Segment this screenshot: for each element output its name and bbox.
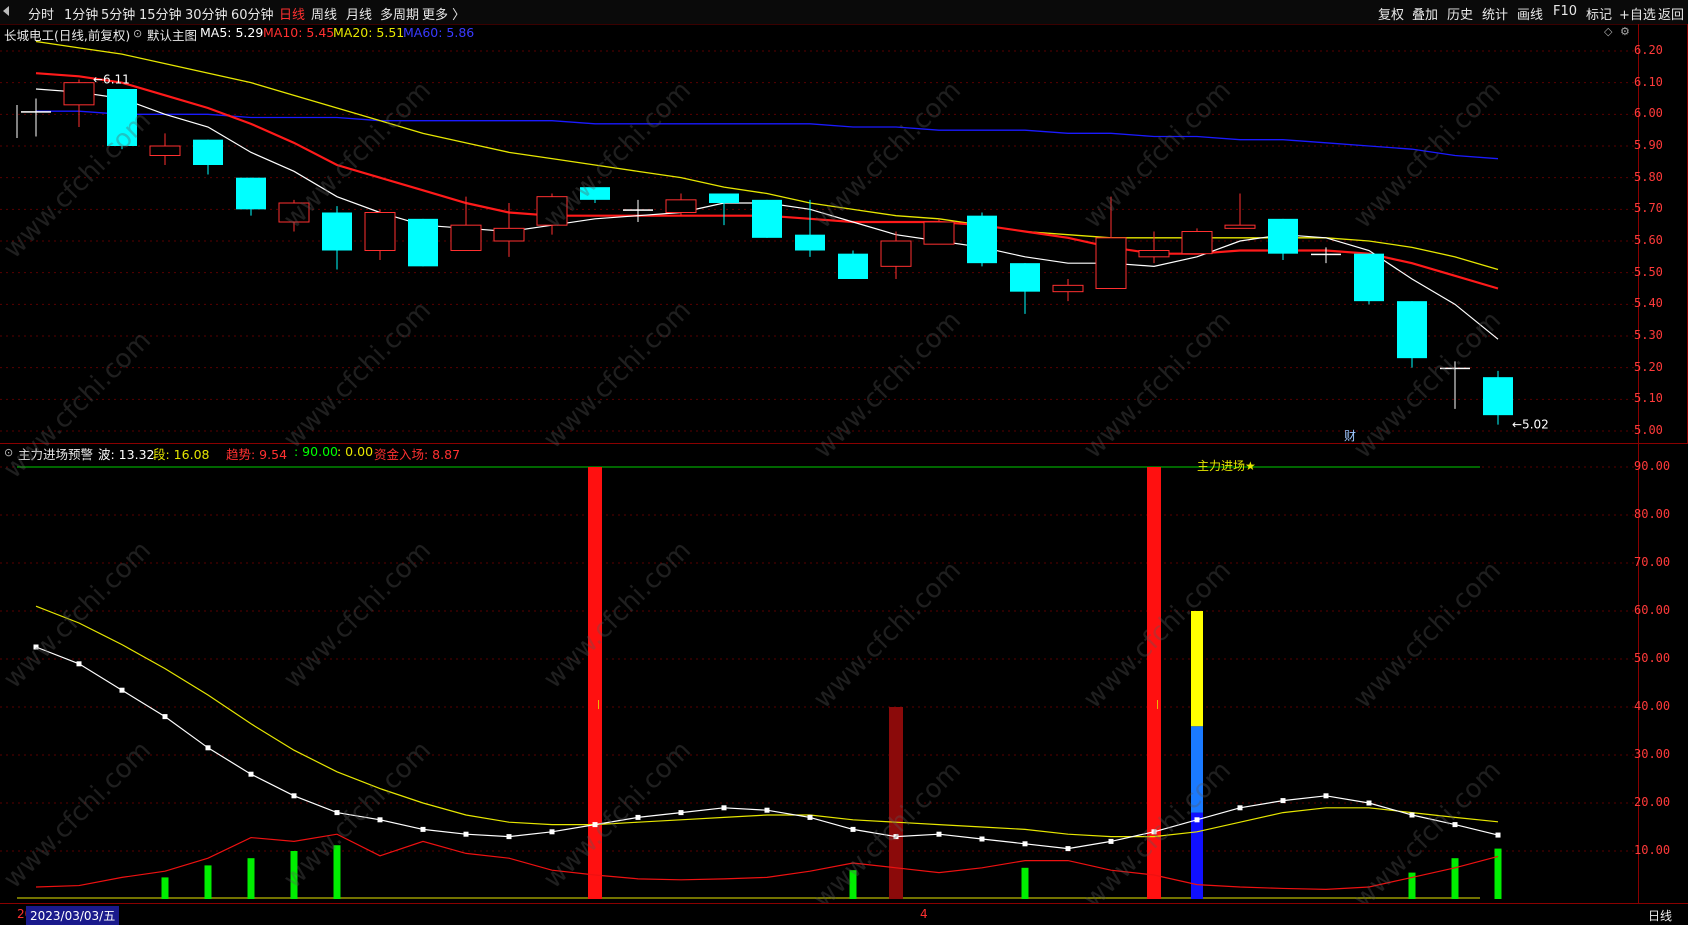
wave-point: [592, 822, 598, 828]
candle-body: [709, 193, 739, 203]
wave-point: [205, 745, 211, 751]
wave-point: [764, 807, 770, 813]
fund-green-bar: [247, 858, 255, 899]
fund-line: [35, 833, 1499, 891]
fund-green-bar: [1021, 867, 1029, 899]
candle-body: [1181, 231, 1213, 255]
ma60-line: [36, 110, 1499, 160]
candle-body: [322, 212, 352, 251]
wave-point: [1452, 822, 1458, 828]
candle-body: [580, 187, 610, 200]
candle-body: [450, 224, 482, 252]
signal-text: 主力进场★: [1197, 459, 1256, 473]
fund-green-bar: [290, 851, 298, 899]
period-indicator-tab[interactable]: 日线: [1648, 907, 1672, 924]
wave-point: [420, 826, 426, 832]
candle-body: [623, 209, 653, 211]
candle-body: [278, 202, 310, 223]
candle-body: [493, 227, 525, 242]
segment-line: [35, 605, 1499, 838]
candle-body: [880, 240, 912, 267]
wave-point: [721, 805, 727, 811]
chart-canvas[interactable]: ←6.11 ←5.02 财 | | 主力进场★: [0, 0, 1688, 924]
candle-body: [107, 89, 137, 146]
candle-body: [63, 82, 95, 106]
candle-body: [795, 234, 825, 251]
stacked-bar-segment: [1191, 726, 1203, 813]
candle-body: [1440, 367, 1470, 370]
candle-body: [1268, 218, 1298, 254]
candle-body: [149, 145, 181, 156]
candle-body: [1138, 250, 1170, 258]
candle-body: [752, 199, 782, 238]
wave-point: [1194, 817, 1200, 823]
wave-point: [807, 814, 813, 820]
wave-point: [1237, 805, 1243, 811]
wave-point: [1108, 838, 1114, 844]
fund-green-bar: [161, 877, 169, 899]
month-marker: 4: [920, 907, 928, 921]
signal-bar: [588, 467, 602, 899]
wave-point: [936, 831, 942, 837]
candle-body: [193, 139, 223, 165]
wave-point: [979, 836, 985, 842]
high-price-marker: ←6.11: [93, 73, 130, 87]
wave-point: [76, 661, 82, 667]
low-price-marker: ←5.02: [1512, 418, 1549, 432]
candle-body: [665, 199, 697, 213]
candle-body: [1483, 377, 1513, 416]
wave-point: [506, 834, 512, 840]
candle-body: [408, 218, 438, 267]
wave-point: [1409, 812, 1415, 818]
wave-point: [635, 814, 641, 820]
candle-body: [967, 215, 997, 264]
candle-body: [236, 177, 266, 210]
wave-point: [893, 834, 899, 840]
fund-green-bar: [204, 865, 212, 899]
wave-line: [35, 646, 1499, 850]
wave-point: [1022, 841, 1028, 847]
candle-body: [1052, 284, 1084, 293]
wave-point: [549, 829, 555, 835]
fund-green-bar: [1451, 858, 1459, 899]
wave-point: [1323, 793, 1329, 799]
fund-green-bar: [1494, 848, 1502, 899]
news-badge[interactable]: 财: [1344, 429, 1356, 443]
wave-point: [1065, 846, 1071, 852]
candle-body: [21, 111, 51, 113]
wave-point: [678, 810, 684, 816]
wave-point: [850, 826, 856, 832]
fund-green-bar: [849, 870, 857, 899]
candle-body: [364, 212, 396, 251]
wave-point: [1495, 832, 1501, 838]
candle-body: [1354, 253, 1384, 302]
date-bar: [0, 903, 1688, 925]
fund-green-bar: [333, 845, 341, 899]
candle-body: [923, 221, 955, 245]
wave-point: [33, 644, 39, 650]
wave-point: [334, 810, 340, 816]
candle-body: [1010, 263, 1040, 292]
candle-body: [1224, 224, 1256, 229]
candle-body: [1095, 237, 1127, 289]
wave-point: [377, 817, 383, 823]
wave-point: [463, 831, 469, 837]
stacked-bar-segment: [1191, 812, 1203, 899]
wave-point: [119, 687, 125, 693]
wave-point: [1280, 798, 1286, 804]
signal-bar-tag: |: [597, 700, 600, 710]
candle-body: [838, 253, 868, 279]
candle-body: [1311, 253, 1341, 256]
wave-point: [1366, 800, 1372, 806]
wave-point: [1151, 829, 1157, 835]
cursor-date: 2023/03/03/五: [26, 906, 120, 925]
wave-point: [162, 714, 168, 720]
wave-point: [248, 771, 254, 777]
signal-bar-tag: |: [1156, 700, 1159, 710]
candle-body: [1397, 301, 1427, 359]
stacked-bar-segment: [1191, 611, 1203, 727]
dark-red-bar: [889, 707, 903, 899]
candle-body: [536, 196, 568, 226]
wave-point: [291, 793, 297, 799]
